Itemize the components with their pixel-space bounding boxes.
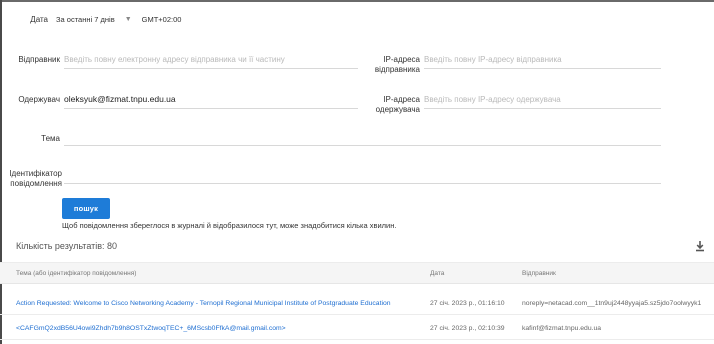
recipient-ip-label-line1: IP-адреса xyxy=(383,95,420,104)
subject-label: Тема xyxy=(41,134,60,143)
message-id-label-line1: Ідентифікатор xyxy=(9,169,62,178)
subject-input-underline xyxy=(64,145,661,146)
message-id-input[interactable] xyxy=(64,170,660,182)
column-header-sender[interactable]: Відправник xyxy=(522,270,556,277)
sender-ip-label-line2: відправника xyxy=(374,65,420,74)
sender-ip-label-line1: IP-адреса xyxy=(383,55,420,64)
message-id-label-line2: повідомлення xyxy=(10,179,62,188)
recipient-ip-input[interactable]: Введіть повну IP-адресу одержувача xyxy=(424,95,659,104)
row-sender: kafinf@fizmat.tnpu.edu.ua xyxy=(522,325,602,332)
recipient-ip-label-line2: одержувача xyxy=(375,105,420,114)
download-icon[interactable] xyxy=(693,239,707,253)
recipient-input[interactable]: oleksyuk@fizmat.tnpu.edu.ua xyxy=(64,94,354,104)
table-row[interactable]: Action Requested: Welcome to Cisco Netwo… xyxy=(0,293,714,315)
column-header-date[interactable]: Дата xyxy=(430,270,444,277)
sender-label: Відправник xyxy=(18,55,60,64)
recipient-ip-input-underline xyxy=(424,108,661,109)
recipient-input-underline xyxy=(64,108,358,109)
window-border-top xyxy=(0,0,714,2)
results-count: Кількість результатів: 80 xyxy=(16,241,118,251)
search-hint: Щоб повідомлення збереглося в журналі й … xyxy=(62,221,397,230)
row-date: 27 січ. 2023 р., 02:10:39 xyxy=(430,325,505,332)
recipient-ip-label: IP-адреса одержувача xyxy=(356,95,420,115)
sender-input[interactable]: Введіть повну електронну адресу відправн… xyxy=(64,55,354,64)
recipient-label: Одержувач xyxy=(18,95,60,104)
row-subject-link[interactable]: <CAFGmQ2xdB56U4owi9Zhdh7b9h8OSTxZtwoqTEC… xyxy=(16,325,426,332)
timezone-value: GMT+02:00 xyxy=(141,15,182,24)
row-subject-link[interactable]: Action Requested: Welcome to Cisco Netwo… xyxy=(16,300,426,307)
column-header-subject[interactable]: Тема (або ідентифікатор повідомлення) xyxy=(16,270,136,277)
table-row[interactable]: <CAFGmQ2xdB56U4owi9Zhdh7b9h8OSTxZtwoqTEC… xyxy=(0,318,714,340)
search-button[interactable]: пошук xyxy=(62,198,110,219)
date-range-select[interactable]: За останні 7 днів ▼ GMT+02:00 xyxy=(56,15,181,24)
message-id-label: Ідентифікатор повідомлення xyxy=(2,169,62,189)
sender-ip-input-underline xyxy=(424,68,661,69)
subject-input[interactable] xyxy=(64,132,660,144)
sender-ip-label: IP-адреса відправника xyxy=(356,55,420,75)
message-id-input-underline xyxy=(64,183,661,184)
row-date: 27 січ. 2023 р., 01:16:10 xyxy=(430,300,505,307)
row-sender: noreply=netacad.com__1tn9uj2448yyaja5.sz… xyxy=(522,300,702,307)
chevron-down-icon: ▼ xyxy=(124,16,132,23)
date-range-value: За останні 7 днів xyxy=(56,15,115,24)
sender-input-underline xyxy=(64,68,358,69)
sender-ip-input[interactable]: Введіть повну IP-адресу відправника xyxy=(424,55,659,64)
results-table-header: Тема (або ідентифікатор повідомлення) Да… xyxy=(0,262,714,284)
date-label: Дата xyxy=(30,15,48,24)
